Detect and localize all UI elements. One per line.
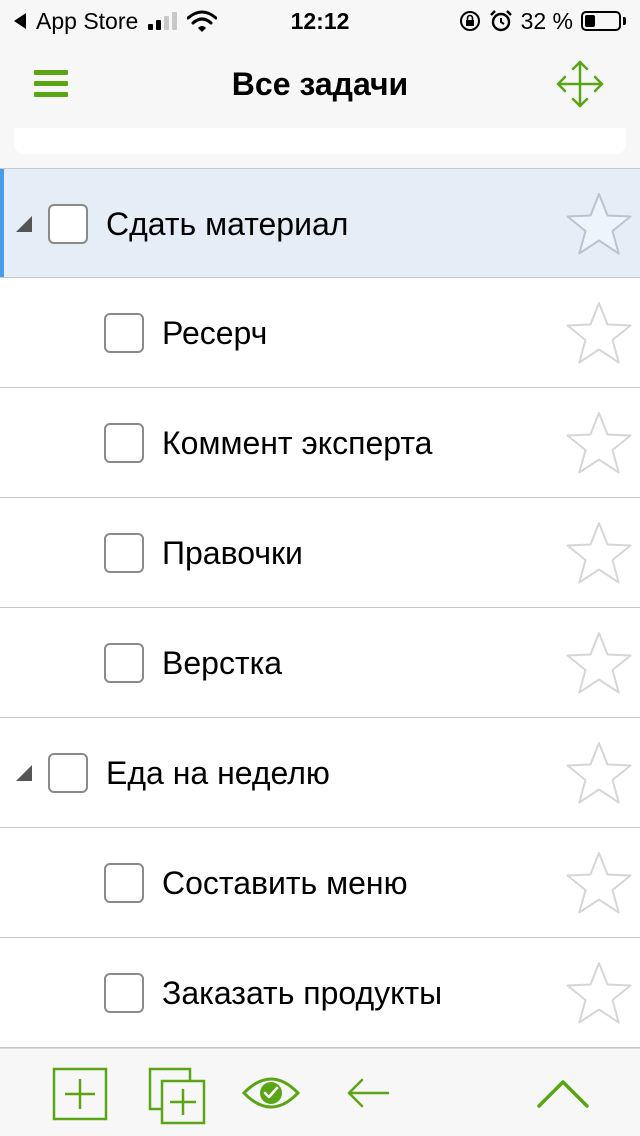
task-label: Верстка xyxy=(162,645,283,681)
task-row[interactable]: Коммент эксперта xyxy=(0,388,640,498)
task-label: Составить меню xyxy=(162,865,408,901)
expand-triangle-icon[interactable] xyxy=(16,765,32,781)
bottom-toolbar xyxy=(0,1048,640,1136)
task-label: Правочки xyxy=(162,535,303,571)
star-icon[interactable] xyxy=(564,410,634,478)
task-label: Коммент эксперта xyxy=(162,425,433,461)
move-arrows-icon[interactable] xyxy=(554,58,606,110)
status-bar: App Store 12:12 32 % xyxy=(0,0,640,40)
nav-bar: Все задачи xyxy=(0,40,640,128)
star-icon[interactable] xyxy=(564,850,634,918)
star-icon[interactable] xyxy=(564,740,634,808)
page-title: Все задачи xyxy=(231,66,409,102)
task-row[interactable]: Еда на неделю xyxy=(0,718,640,828)
view-options-icon[interactable] xyxy=(242,1073,300,1113)
collapse-up-icon[interactable] xyxy=(536,1077,590,1109)
battery-level xyxy=(585,15,595,27)
task-list: Сдать материал Ресерч Коммент эксперта Прав… xyxy=(0,168,640,1048)
expand-triangle-icon[interactable] xyxy=(16,216,32,232)
task-row[interactable]: Верстка xyxy=(0,608,640,718)
task-label: Ресерч xyxy=(162,315,268,351)
task-label: Заказать продукты xyxy=(162,975,443,1011)
task-label: Еда на неделю xyxy=(106,755,330,791)
add-task-icon[interactable] xyxy=(52,1067,108,1121)
task-row[interactable]: Ресерч xyxy=(0,278,640,388)
task-row[interactable]: Заказать продукты xyxy=(0,938,640,1048)
star-icon[interactable] xyxy=(564,300,634,368)
star-icon[interactable] xyxy=(564,520,634,588)
rotation-lock-icon xyxy=(459,11,480,31)
task-checkbox[interactable] xyxy=(104,313,144,353)
star-icon[interactable] xyxy=(564,191,634,259)
task-checkbox[interactable] xyxy=(104,423,144,463)
task-checkbox[interactable] xyxy=(48,204,88,244)
star-icon[interactable] xyxy=(564,630,634,698)
task-checkbox[interactable] xyxy=(48,753,88,793)
task-row[interactable]: Составить меню xyxy=(0,828,640,938)
battery-cap xyxy=(623,17,626,25)
star-icon[interactable] xyxy=(564,960,634,1028)
search-input[interactable] xyxy=(14,128,626,154)
battery-percent: 32 % xyxy=(520,7,573,34)
add-subtask-icon[interactable] xyxy=(146,1065,208,1127)
battery-icon xyxy=(581,11,621,31)
alarm-icon xyxy=(489,10,512,32)
task-checkbox[interactable] xyxy=(104,973,144,1013)
task-row[interactable]: Сдать материал xyxy=(0,168,640,278)
task-checkbox[interactable] xyxy=(104,863,144,903)
status-indicators: 32 % xyxy=(451,8,626,34)
task-checkbox[interactable] xyxy=(104,643,144,683)
back-arrow-icon[interactable] xyxy=(346,1077,390,1109)
task-row[interactable]: Правочки xyxy=(0,498,640,608)
task-checkbox[interactable] xyxy=(104,533,144,573)
search-area xyxy=(0,128,640,168)
task-label: Сдать материал xyxy=(106,206,349,242)
